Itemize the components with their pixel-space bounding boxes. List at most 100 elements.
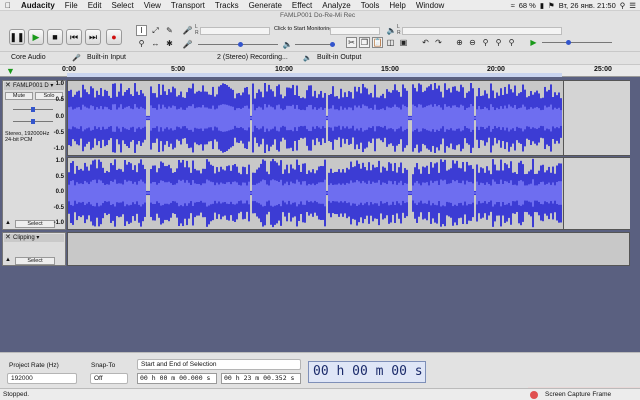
wifi-icon[interactable]: ≈	[511, 1, 515, 10]
playback-volume-slider[interactable]	[295, 44, 335, 45]
label-track-name-menu[interactable]: ✕ Clipping ▾	[4, 234, 64, 242]
menu-effect[interactable]: Effect	[287, 1, 317, 10]
multi-tool[interactable]: ✱	[164, 38, 175, 49]
zoom-out-button[interactable]: ⊖	[467, 37, 478, 48]
record-meter[interactable]	[200, 27, 270, 35]
audio-position-display[interactable]: 00 h 00 m 00 s	[308, 361, 426, 383]
waveform-rms	[550, 184, 552, 202]
pause-button[interactable]: ❚❚	[9, 29, 25, 45]
draw-tool[interactable]: ✎	[164, 25, 175, 36]
envelope-tool[interactable]: ⤢	[150, 25, 161, 36]
silence-button[interactable]: ▣	[398, 37, 409, 48]
undo-icon: ↶	[422, 38, 429, 47]
redo-button[interactable]: ↷	[433, 37, 444, 48]
waveform-rms	[232, 106, 234, 130]
playback-meter[interactable]	[402, 27, 562, 35]
fit-project-button[interactable]: ⚲	[493, 37, 504, 48]
copy-button[interactable]: ❐	[359, 37, 370, 48]
skip-start-button[interactable]: ⏮	[66, 29, 82, 45]
zoom-toggle-button[interactable]: ⚲	[506, 37, 517, 48]
play-speed-slider[interactable]	[542, 42, 612, 43]
menu-window[interactable]: Window	[411, 1, 449, 10]
cut-button[interactable]: ✂	[346, 37, 357, 48]
fit-selection-icon: ⚲	[482, 38, 489, 47]
waveform-rms	[530, 107, 532, 129]
timeshift-tool[interactable]: ↔	[150, 38, 161, 49]
output-device-select[interactable]: Built-in Output	[314, 53, 444, 64]
label-track-select-button[interactable]: Select	[15, 257, 55, 265]
monitor-label[interactable]: Click to Start Monitoring	[274, 26, 332, 32]
waveform-rms	[534, 185, 536, 201]
skip-start-icon: ⏮	[69, 31, 79, 42]
selection-end-time[interactable]: 00 h 23 m 00.352 s	[221, 373, 301, 384]
record-volume-knob[interactable]	[238, 42, 243, 47]
menu-tools[interactable]: Tools	[356, 1, 385, 10]
menu-list-icon[interactable]: ☰	[629, 1, 636, 10]
record-meter-right[interactable]	[330, 27, 380, 35]
menu-help[interactable]: Help	[384, 1, 410, 10]
pin-icon[interactable]: ▼	[6, 66, 18, 76]
waveform-rms	[138, 108, 140, 128]
label-track-area[interactable]	[67, 232, 630, 266]
selection-start-time[interactable]: 00 h 00 m 00.000 s	[137, 373, 217, 384]
waveform-rms	[260, 181, 262, 205]
battery-icon[interactable]: ▮	[540, 1, 544, 10]
paste-button[interactable]: 📋	[372, 37, 383, 48]
play-meter-speaker[interactable]: 🔈	[386, 25, 397, 36]
zoom-tool[interactable]: ⚲	[136, 38, 147, 49]
menu-tracks[interactable]: Tracks	[210, 1, 244, 10]
play-speed-knob[interactable]	[566, 40, 571, 45]
menu-analyze[interactable]: Analyze	[317, 1, 355, 10]
record-button[interactable]: ●	[106, 29, 122, 45]
playback-volume-knob[interactable]	[330, 42, 335, 47]
app-menu[interactable]: Audacity	[16, 1, 60, 10]
waveform-rms	[544, 105, 546, 131]
selection-tool[interactable]: I	[136, 25, 147, 36]
gain-knob[interactable]	[31, 107, 35, 112]
waveform-rms	[404, 183, 406, 203]
snap-to-select[interactable]: Off	[90, 373, 128, 384]
waveform-rms	[460, 104, 462, 132]
menu-edit[interactable]: Edit	[83, 1, 107, 10]
zoom-in-button[interactable]: ⊕	[454, 37, 465, 48]
waveform-rms	[138, 181, 140, 205]
trim-button[interactable]: ◫	[385, 37, 396, 48]
selection-mode-select[interactable]: Start and End of Selection	[137, 359, 301, 370]
waveform-rms	[480, 109, 482, 127]
menu-view[interactable]: View	[139, 1, 166, 10]
menu-file[interactable]: File	[60, 1, 83, 10]
waveform-rms	[258, 106, 260, 130]
apple-icon[interactable]: 	[0, 1, 16, 10]
copy-icon: ❐	[360, 38, 369, 47]
stop-button[interactable]: ■	[47, 29, 63, 45]
flag-icon[interactable]: ⚑	[548, 1, 555, 10]
mute-button[interactable]: Mute	[5, 92, 33, 100]
collapse-icon[interactable]: ▲	[5, 220, 11, 226]
input-device-select[interactable]: Built-in Input	[84, 53, 210, 64]
menu-select[interactable]: Select	[106, 1, 138, 10]
waveform-rms	[366, 106, 368, 130]
skip-end-button[interactable]: ⏭	[85, 29, 101, 45]
collapse-icon[interactable]: ▲	[5, 257, 11, 263]
close-dot-icon[interactable]	[530, 391, 538, 399]
search-icon[interactable]: ⚲	[620, 1, 626, 10]
waveform-rms	[466, 180, 468, 206]
play-at-speed-button[interactable]: ▶	[528, 37, 539, 48]
channels-select[interactable]: 2 (Stereo) Recording...	[214, 53, 304, 64]
menu-transport[interactable]: Transport	[166, 1, 210, 10]
close-icon[interactable]: ✕	[5, 82, 11, 90]
fit-selection-button[interactable]: ⚲	[480, 37, 491, 48]
waveform-rms	[498, 183, 500, 203]
pan-knob[interactable]	[31, 119, 35, 124]
record-meter-mic[interactable]: 🎤	[182, 25, 193, 36]
menu-generate[interactable]: Generate	[244, 1, 287, 10]
play-button[interactable]: ▶	[28, 29, 44, 45]
undo-button[interactable]: ↶	[420, 37, 431, 48]
timeline-ruler[interactable]: ▼ 0:00 5:00 10:00 15:00 20:00 25:00	[0, 65, 640, 77]
waveform-rms	[72, 180, 74, 206]
menubar-clock[interactable]: Вт, 26 янв. 21:50	[559, 1, 616, 10]
project-rate-select[interactable]: 192000	[7, 373, 77, 384]
audio-host-select[interactable]: Core Audio	[8, 53, 68, 64]
close-icon[interactable]: ✕	[5, 234, 11, 242]
amp-label: 1.0	[55, 158, 64, 164]
